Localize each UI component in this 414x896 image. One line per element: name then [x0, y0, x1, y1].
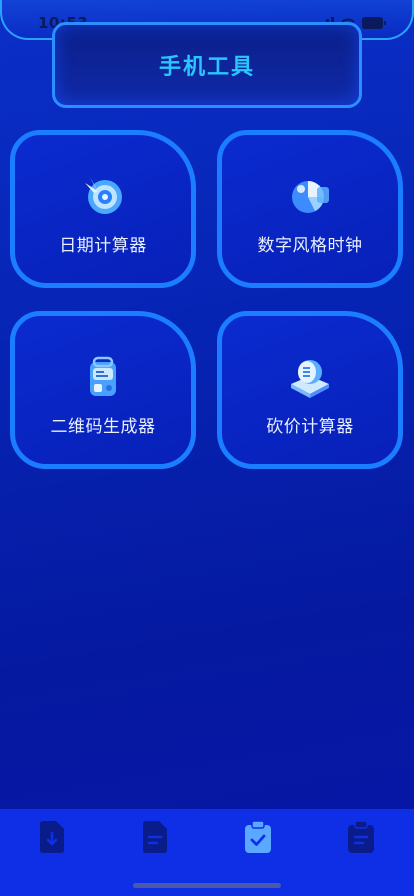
download-document-icon — [40, 821, 64, 853]
tab-download-document[interactable] — [37, 821, 67, 853]
pie-chart-icon — [292, 181, 329, 213]
tool-tile-bargain-calculator[interactable]: 砍价计算器 — [217, 311, 403, 469]
clipboard-list-icon — [348, 820, 374, 853]
clipboard-check-icon — [245, 820, 271, 853]
tool-label: 数字风格时钟 — [257, 236, 363, 256]
text-document-icon — [143, 821, 167, 853]
header-panel: 手机工具 — [52, 22, 362, 108]
page-title: 手机工具 — [158, 55, 255, 80]
home-indicator — [133, 883, 281, 888]
target-dart-icon — [85, 177, 122, 214]
tab-text-document[interactable] — [140, 821, 170, 853]
tool-label: 二维码生成器 — [50, 417, 156, 437]
tool-tile-qr-generator[interactable]: 二维码生成器 — [10, 311, 196, 469]
tab-clipboard-list[interactable] — [346, 820, 376, 853]
backpack-icon — [90, 356, 116, 396]
tab-clipboard-check[interactable] — [243, 820, 273, 853]
battery-icon — [362, 14, 386, 33]
tool-tile-date-calculator[interactable]: 日期计算器 — [10, 130, 196, 288]
tool-label: 日期计算器 — [59, 236, 147, 256]
tool-label: 砍价计算器 — [266, 417, 354, 437]
coin-stack-icon — [291, 360, 329, 398]
tool-tile-digital-clock[interactable]: 数字风格时钟 — [217, 130, 403, 288]
